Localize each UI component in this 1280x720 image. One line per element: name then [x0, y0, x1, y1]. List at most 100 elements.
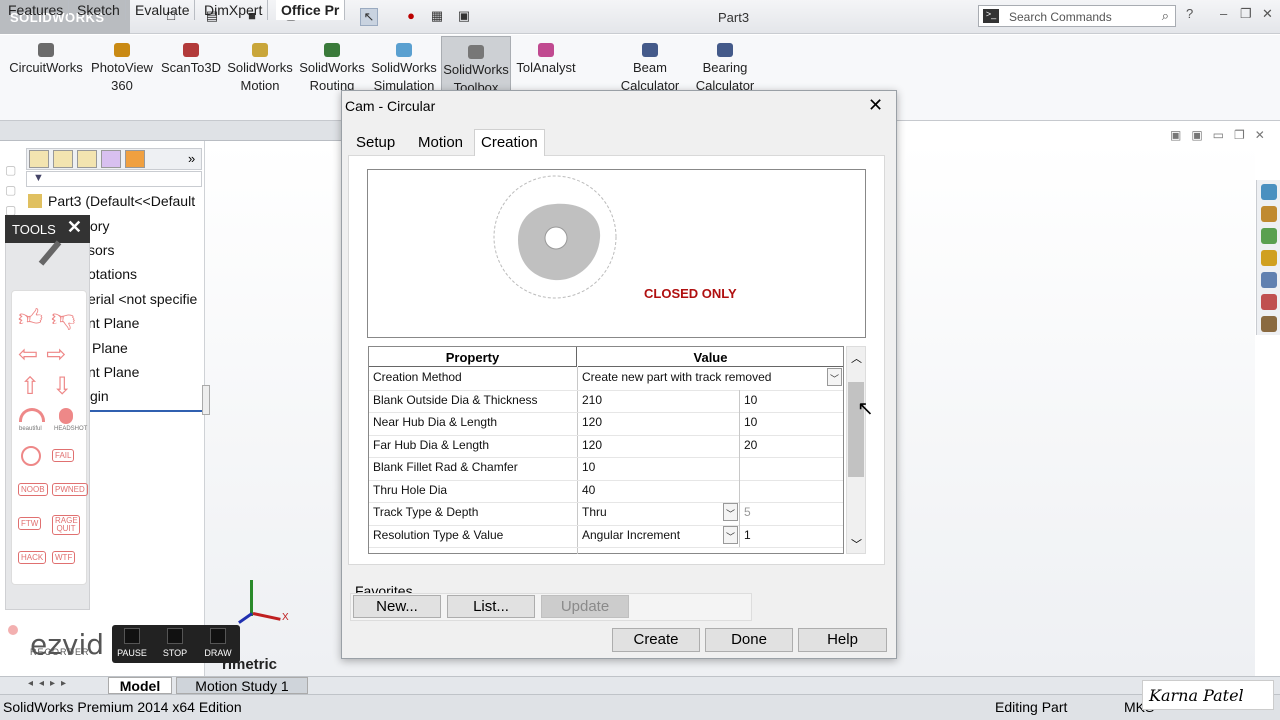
panel-splitter-handle[interactable]	[202, 385, 210, 415]
tab-sketch[interactable]: Sketch	[72, 0, 126, 20]
feature-tree-tab-icon[interactable]	[29, 150, 49, 168]
expand-panel-icon[interactable]: »	[188, 151, 195, 166]
rollback-bar[interactable]	[88, 410, 202, 412]
tree-root-part[interactable]: Part3 (Default<<Default	[48, 193, 195, 209]
property-manager-tab-icon[interactable]	[53, 150, 73, 168]
close-icon[interactable]: ✕	[1262, 6, 1273, 22]
tab-evaluate[interactable]: Evaluate	[130, 0, 196, 20]
tree-item-front-plane[interactable]: nt Plane	[88, 315, 139, 331]
viewport-window-controls[interactable]: ▣▣▭❐✕	[1170, 128, 1275, 142]
pause-button[interactable]: PAUSE	[112, 626, 152, 658]
scroll-up-icon[interactable]: ︿	[851, 350, 862, 366]
dropdown-arrow-icon[interactable]: ﹀	[723, 525, 738, 544]
sticker-hack[interactable]: HACK	[18, 551, 47, 564]
grid-row-value-2[interactable]: 10	[744, 415, 757, 429]
file-explorer-icon[interactable]	[1260, 250, 1277, 266]
design-library-icon[interactable]	[1260, 228, 1277, 244]
favorites-update-button[interactable]: Update	[541, 595, 629, 618]
arrow-left-right-stickers[interactable]: ⇦⇨	[18, 340, 74, 369]
sticker-fail[interactable]: FAIL	[52, 449, 75, 462]
minimize-icon[interactable]: –	[1220, 6, 1227, 21]
dropdown-arrow-icon[interactable]: ﹀	[827, 368, 842, 386]
tree-item-right-plane[interactable]: nt Plane	[88, 364, 139, 380]
favorites-list-button[interactable]: List...	[447, 595, 535, 618]
tab-motion[interactable]: Motion	[412, 130, 469, 156]
draw-button[interactable]: DRAW	[198, 626, 238, 658]
create-button[interactable]: Create	[612, 628, 700, 652]
grid-row-value-1[interactable]: 40	[582, 483, 595, 497]
tab-dimxpert[interactable]: DimXpert	[199, 0, 269, 20]
tree-item-origin[interactable]: gin	[90, 388, 109, 404]
tree-item-history[interactable]: ory	[90, 218, 109, 234]
feature-filter-icon[interactable]: ▼	[26, 171, 202, 187]
view-palette-icon[interactable]	[1260, 272, 1277, 288]
arrow-up-down-stickers[interactable]: ⇧⇩	[20, 372, 84, 401]
grid-row-value-1[interactable]: 210	[582, 393, 602, 407]
custom-properties-icon[interactable]	[1260, 316, 1277, 332]
help-button[interactable]: Help	[798, 628, 887, 652]
ribbon-button-1[interactable]: PhotoView 360	[86, 43, 158, 95]
sticker-headshot[interactable]: HEADSHOT	[54, 426, 87, 432]
thumbs-stickers[interactable]: 👍︎👎︎	[18, 305, 83, 333]
stop-button[interactable]: STOP	[155, 626, 195, 658]
file-properties-icon[interactable]: ▦	[428, 8, 446, 26]
ribbon-button-7[interactable]: TolAnalyst	[512, 43, 580, 77]
grid-row-value-1[interactable]: Thru	[582, 505, 607, 519]
grid-row-value-2[interactable]: 5	[744, 505, 751, 519]
options-icon[interactable]: ▣	[455, 8, 473, 26]
grid-row-value-2[interactable]: 10	[744, 393, 757, 407]
ribbon-button-8[interactable]: Beam Calculator	[612, 43, 688, 95]
sticker-pwned[interactable]: PWNED	[52, 483, 88, 496]
appearances-icon[interactable]	[1260, 294, 1277, 310]
ribbon-button-0[interactable]: CircuitWorks	[6, 43, 86, 77]
ribbon-button-4[interactable]: SolidWorks Routing	[296, 43, 368, 95]
search-commands-input[interactable]: >_ Search Commands ⌕	[978, 5, 1176, 27]
tree-item-top-plane[interactable]: Plane	[92, 340, 128, 356]
tree-item-material[interactable]: erial <not specifie	[88, 291, 197, 307]
tab-features[interactable]: Features	[3, 0, 70, 20]
tab-office-products[interactable]: Office Pr	[276, 0, 346, 20]
sticker-wtf[interactable]: WTF	[52, 551, 76, 564]
grid-row-value-1[interactable]: 10	[582, 460, 595, 474]
dropdown-arrow-icon[interactable]: ﹀	[723, 503, 738, 521]
sticker-ftw[interactable]: FTW	[18, 517, 42, 530]
ribbon-button-5[interactable]: SolidWorks Simulation	[368, 43, 440, 95]
sticker-beautiful[interactable]: beautiful	[19, 426, 42, 432]
tree-item-sensors[interactable]: sors	[88, 242, 114, 258]
tab-scroll-arrows[interactable]: ◂◂▸▸	[28, 678, 72, 689]
grid-row-value-1[interactable]: 120	[582, 415, 602, 429]
tab-creation[interactable]: Creation	[474, 129, 545, 156]
ribbon-button-3[interactable]: SolidWorks Motion	[224, 43, 296, 95]
scroll-down-icon[interactable]: ﹀	[851, 536, 862, 552]
feature-manager-toolbar[interactable]	[26, 148, 202, 170]
dimxpert-tab-icon[interactable]	[101, 150, 121, 168]
restore-icon[interactable]: ❐	[1240, 6, 1252, 22]
tab-model[interactable]: Model	[108, 677, 172, 694]
grid-row-value-1[interactable]: Angular Increment	[582, 528, 680, 542]
task-pane-tabs[interactable]	[1256, 180, 1280, 335]
sticker-noob[interactable]: NOOB	[18, 483, 48, 496]
search-icon[interactable]: ⌕	[1162, 8, 1169, 24]
display-manager-tab-icon[interactable]	[125, 150, 145, 168]
ribbon-button-2[interactable]: ScanTo3D	[158, 43, 224, 77]
grid-row-value-2[interactable]: 20	[744, 438, 757, 452]
rebuild-icon[interactable]: ●	[402, 8, 420, 26]
ribbon-button-9[interactable]: Bearing Calculator	[690, 43, 760, 95]
grid-row-value-2[interactable]: 1	[744, 528, 751, 542]
tab-motion-study[interactable]: Motion Study 1	[176, 677, 308, 694]
done-button[interactable]: Done	[705, 628, 793, 652]
grid-row-value-1[interactable]: Create new part with track removed	[582, 370, 771, 384]
headshot-icon[interactable]	[59, 408, 73, 424]
tree-item-annotations[interactable]: otations	[88, 266, 137, 282]
close-tools-icon[interactable]: ✕	[67, 217, 82, 238]
smiley-icon[interactable]	[21, 446, 41, 466]
dialog-close-icon[interactable]: ✕	[868, 95, 883, 116]
select-pointer-icon[interactable]: ↖	[360, 8, 378, 26]
resources-icon[interactable]	[1260, 184, 1277, 200]
help-icon[interactable]: ?	[1186, 6, 1193, 21]
tab-setup[interactable]: Setup	[350, 130, 401, 156]
grid-row-value-1[interactable]: 120	[582, 438, 602, 452]
favorites-new-button[interactable]: New...	[353, 595, 441, 618]
sticker-rage-quit[interactable]: RAGE QUIT	[52, 515, 80, 535]
config-manager-tab-icon[interactable]	[77, 150, 97, 168]
